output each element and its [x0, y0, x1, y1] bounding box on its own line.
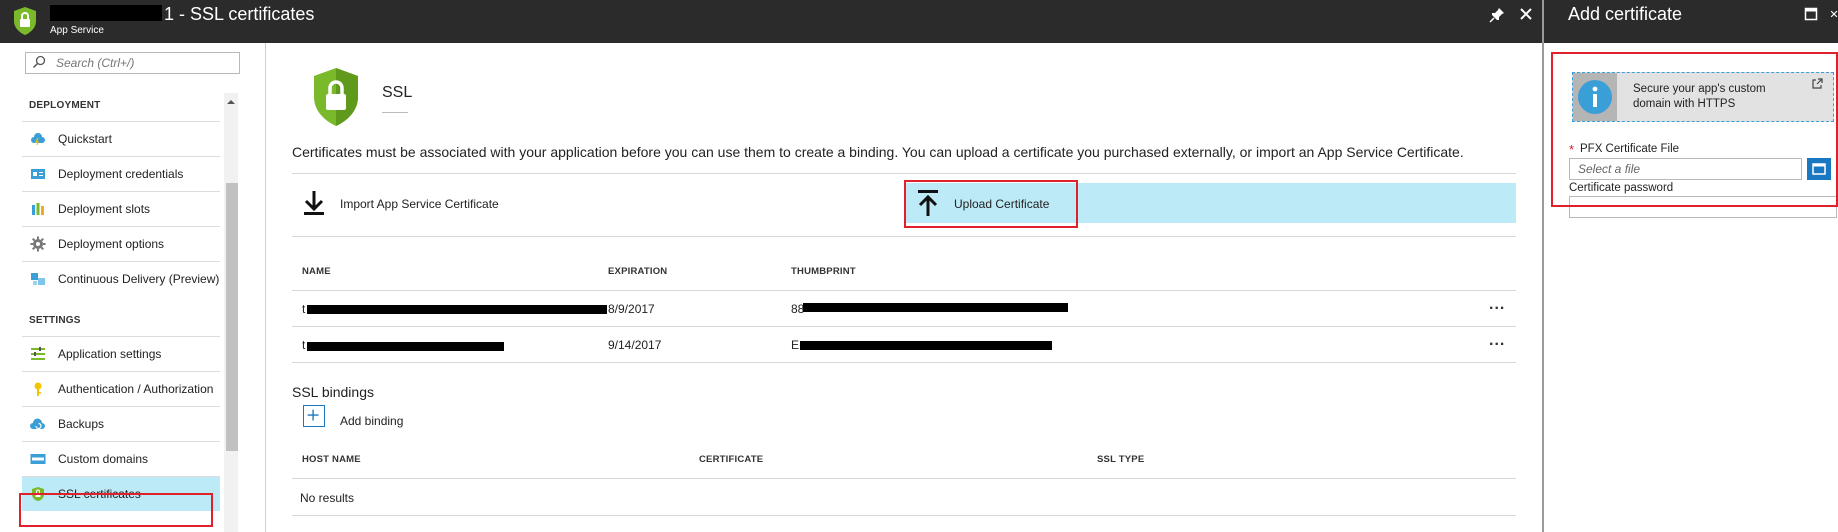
search-input[interactable] [56, 53, 236, 73]
bindings-bottom-divider [292, 515, 1516, 516]
blade-subtitle: App Service [50, 25, 104, 36]
redacted-app-name [50, 5, 162, 21]
cert-expiration: 8/9/2017 [608, 302, 655, 316]
add-certificate-title: Add certificate [1568, 4, 1683, 24]
cert-name: t [302, 338, 306, 352]
plus-icon [307, 409, 319, 421]
app-service-shield-icon [14, 7, 36, 35]
column-header-name: NAME [302, 266, 331, 277]
sidebar-item-label: Deployment slots [58, 202, 151, 216]
sidebar-item-deployment-credentials[interactable]: Deployment credentials [22, 156, 220, 191]
scroll-up-arrow-icon[interactable] [226, 97, 236, 107]
more-options-button[interactable]: ... [1489, 296, 1505, 314]
redacted-cert-name [307, 305, 607, 314]
import-label: Import App Service Certificate [340, 197, 499, 211]
row-divider [292, 362, 1516, 363]
upload-certificate-highlight [904, 180, 1078, 228]
bindings-header-divider [292, 478, 1516, 479]
key-icon [34, 382, 42, 396]
add-certificate-form-highlight [1551, 52, 1838, 207]
section-label-deployment: DEPLOYMENT [29, 100, 101, 111]
add-binding-label: Add binding [340, 414, 404, 428]
more-options-button[interactable]: ... [1489, 332, 1505, 350]
sidebar-item-backups[interactable]: Backups [22, 406, 220, 441]
pin-icon[interactable] [1489, 7, 1505, 23]
gear-icon [30, 236, 46, 252]
download-icon [304, 191, 324, 215]
close-icon[interactable] [1519, 7, 1533, 21]
ssl-certificates-highlight [19, 493, 213, 527]
sidebar-item-deployment-slots[interactable]: Deployment slots [22, 191, 220, 226]
sidebar-item-label: Deployment options [58, 237, 165, 251]
table-row[interactable]: t 9/14/2017 E ... [292, 327, 1516, 362]
sidebar-item-label: Deployment credentials [58, 167, 184, 181]
divider [292, 173, 1516, 174]
sidebar-item-deployment-options[interactable]: Deployment options [22, 226, 220, 261]
slots-icon [32, 203, 44, 215]
column-header-thumbprint: THUMBPRINT [791, 266, 856, 277]
add-binding-button[interactable]: Add binding [303, 405, 423, 428]
add-box [303, 405, 325, 427]
redacted-thumbprint [803, 303, 1068, 312]
blade-title: 1 - SSL certificates [164, 4, 315, 24]
sidebar-item-label: Continuous Delivery (Preview) [58, 272, 220, 286]
cloud-lightning-icon [31, 133, 45, 146]
redacted-cert-name [307, 342, 504, 351]
ssl-bindings-title: SSL bindings [292, 384, 374, 400]
search-icon [32, 55, 46, 69]
column-header-host-name: HOST NAME [302, 454, 361, 465]
sidebar-item-label: Quickstart [58, 132, 113, 146]
page-title: SSL [382, 84, 413, 101]
divider [292, 236, 1516, 237]
table-row[interactable]: t 8/9/2017 88 ... [292, 291, 1516, 326]
sidebar-item-label: Custom domains [58, 452, 149, 466]
section-label-settings: SETTINGS [29, 315, 81, 326]
sidebar-item-application-settings[interactable]: Application settings [22, 336, 220, 371]
cert-thumbprint: E [791, 338, 800, 352]
column-header-expiration: EXPIRATION [608, 266, 668, 277]
empty-state-text: No results [300, 491, 355, 505]
sidebar-item-authentication[interactable]: Authentication / Authorization [22, 371, 220, 406]
import-certificate-button[interactable]: Import App Service Certificate [292, 183, 892, 223]
column-header-certificate: CERTIFICATE [699, 454, 764, 465]
www-icon [30, 454, 46, 464]
cert-name: t [302, 302, 306, 316]
sidebar-item-label: Application settings [58, 347, 162, 361]
title-underline [382, 112, 408, 113]
credentials-icon [31, 169, 45, 179]
page-description: Certificates must be associated with you… [292, 144, 1464, 160]
blade-divider [1542, 0, 1544, 532]
cubes-icon [31, 273, 45, 285]
sidebar-divider [265, 43, 266, 532]
ssl-shield-icon [314, 68, 358, 126]
settings-list-icon [31, 347, 45, 360]
cert-expiration: 9/14/2017 [608, 338, 662, 352]
cloud-backup-icon [30, 418, 45, 430]
sidebar-scroll-thumb[interactable] [226, 183, 238, 451]
maximize-icon[interactable] [1804, 7, 1818, 21]
sidebar-item-label: Backups [58, 417, 105, 431]
sidebar-item-label: Authentication / Authorization [58, 382, 214, 396]
sidebar-item-quickstart[interactable]: Quickstart [22, 121, 220, 156]
column-header-ssl-type: SSL TYPE [1097, 454, 1145, 465]
sidebar-item-custom-domains[interactable]: Custom domains [22, 441, 220, 476]
close-icon[interactable] [1830, 7, 1838, 21]
redacted-thumbprint [800, 341, 1052, 350]
sidebar-item-continuous-delivery[interactable]: Continuous Delivery (Preview) [22, 261, 220, 296]
